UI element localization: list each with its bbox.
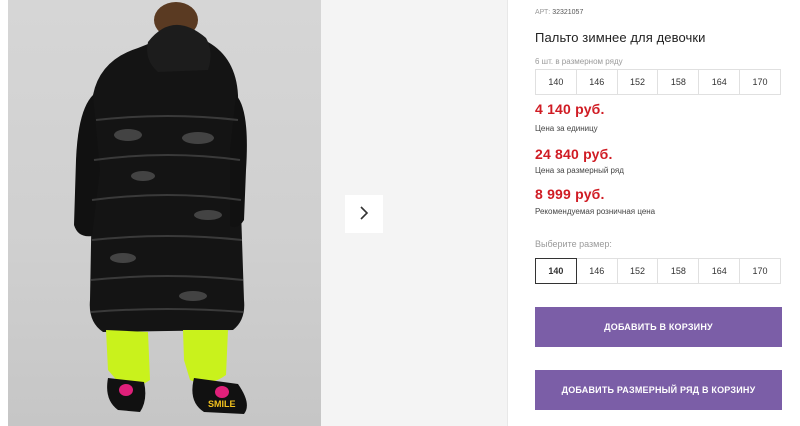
article-number: АРТ: 32321057 (535, 9, 583, 16)
add-size-row-to-cart-button[interactable]: ДОБАВИТЬ РАЗМЕРНЫЙ РЯД В КОРЗИНУ (535, 370, 782, 410)
size-row-cell: 170 (739, 69, 781, 95)
size-row-table: 140 146 152 158 164 170 (535, 69, 781, 95)
product-photo: SMILE (8, 0, 321, 426)
choose-size-label: Выберите размер: (535, 239, 612, 249)
unit-price: 4 140 руб. (535, 101, 605, 117)
size-row-label: 6 шт. в размерном ряду (535, 57, 623, 66)
retail-price: 8 999 руб. (535, 186, 605, 202)
size-row-cell: 152 (616, 69, 659, 95)
divider (507, 0, 508, 426)
product-gallery: SMILE (8, 0, 507, 426)
row-price-note: Цена за размерный ряд (535, 166, 624, 175)
shoe-logo-text: SMILE (208, 399, 236, 409)
size-row-cell: 164 (698, 69, 741, 95)
size-option-140[interactable]: 140 (535, 258, 577, 284)
product-page: SMILE АРТ: 32321057 Пальто зимнее для де… (0, 0, 800, 426)
unit-price-note: Цена за единицу (535, 124, 598, 133)
size-option-158[interactable]: 158 (657, 258, 700, 284)
size-option-146[interactable]: 146 (575, 258, 618, 284)
article-value: 32321057 (552, 9, 584, 16)
size-selector: 140 146 152 158 164 170 (535, 258, 781, 284)
gallery-next-button[interactable] (345, 195, 383, 233)
chevron-right-icon (358, 205, 370, 224)
size-option-164[interactable]: 164 (698, 258, 741, 284)
add-to-cart-button[interactable]: ДОБАВИТЬ В КОРЗИНУ (535, 307, 782, 347)
product-title: Пальто зимнее для девочки (535, 30, 706, 45)
size-row-cell: 158 (657, 69, 700, 95)
size-option-170[interactable]: 170 (739, 258, 781, 284)
retail-price-note: Рекомендуемая розничная цена (535, 207, 656, 216)
article-label: АРТ: (535, 9, 551, 16)
row-price: 24 840 руб. (535, 146, 613, 162)
size-option-152[interactable]: 152 (616, 258, 659, 284)
size-row-cell: 146 (575, 69, 618, 95)
size-row-cell: 140 (535, 69, 577, 95)
